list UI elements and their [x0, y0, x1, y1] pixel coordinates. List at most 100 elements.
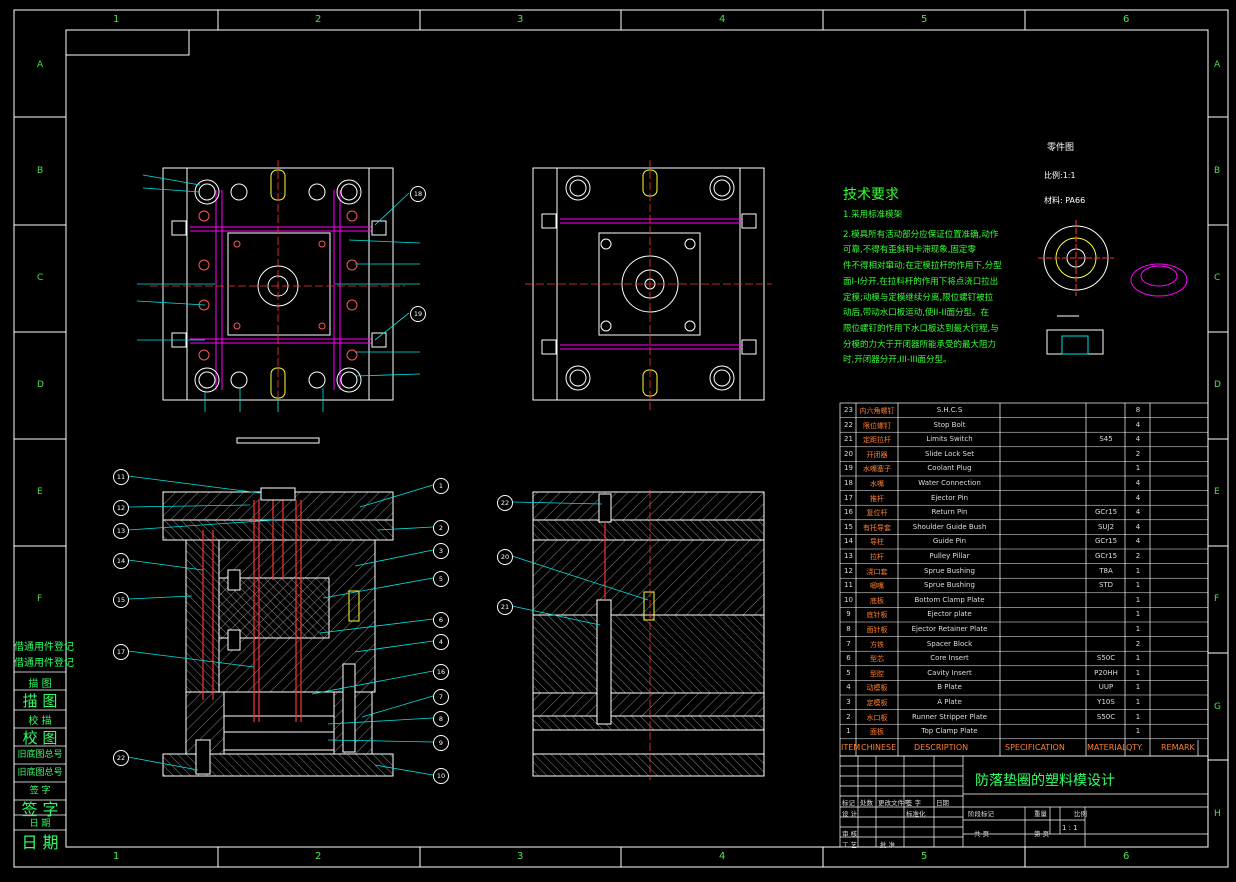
- bom-header-material: MATERIAL: [1087, 743, 1127, 752]
- bom-row: 5 型腔 Cavity Insert P20HH 1: [840, 669, 1208, 684]
- zone-row-c: C: [37, 273, 44, 283]
- bom-material: UUP: [1098, 683, 1114, 692]
- bom-quantity: 1: [1135, 654, 1141, 663]
- zone-row-b-right: B: [1214, 166, 1221, 176]
- title-block-cell: 重量: [1034, 810, 1047, 818]
- cad-drawing-canvas[interactable]: 1 2 3 4 5 6 1 2 3 4 5 6 A B C D E F A B …: [0, 0, 1236, 878]
- zone-col-6-bottom: 6: [1123, 851, 1130, 862]
- bom-chinese-name: 拉杆: [870, 553, 884, 561]
- bom-item-number: 7: [846, 639, 851, 648]
- tech-line: 1.采用标准模架: [843, 210, 903, 220]
- bom-item-number: 13: [844, 552, 853, 560]
- part-balloon: 7: [433, 689, 449, 705]
- bom-quantity: 2: [1135, 449, 1141, 458]
- part-balloon: 16: [433, 664, 449, 680]
- bom-material: GCr15: [1094, 552, 1118, 560]
- bom-material: P20HH: [1094, 668, 1118, 677]
- zone-col-1-bottom: 1: [113, 851, 120, 862]
- bom-item-number: 23: [844, 406, 853, 414]
- bom-material: Y10S: [1097, 698, 1115, 706]
- bom-chinese-name: 导柱: [870, 538, 884, 547]
- title-block-cell: 签 字: [906, 799, 922, 807]
- part-balloon: 8: [433, 711, 449, 727]
- bom-item-number: 8: [846, 625, 851, 633]
- plan-view-fixed-half: [525, 160, 772, 410]
- bom-chinese-name: 水嘴塞子: [863, 465, 891, 474]
- bom-row: 6 型芯 Core Insert S50C 1: [840, 654, 1208, 669]
- bom-quantity: 1: [1135, 625, 1141, 633]
- bom-material: S50C: [1096, 654, 1116, 663]
- bom-item-number: 3: [846, 698, 851, 706]
- bom-description: Guide Pin: [932, 537, 967, 546]
- bom-quantity: 8: [1135, 406, 1141, 414]
- side-stamp-date: 日 期: [29, 819, 51, 829]
- side-stamp-trace: 描 图: [28, 679, 52, 690]
- part-balloon: 21: [497, 599, 513, 615]
- title-block-cell: 审 核: [842, 830, 858, 838]
- bom-item-number: 9: [846, 610, 851, 619]
- bom-description: Water Connection: [918, 479, 981, 487]
- zone-col-2: 2: [315, 14, 322, 25]
- part-balloon: 6: [433, 612, 449, 628]
- bom-row: 23 内六角螺钉 S.H.C.S 8: [840, 406, 1208, 421]
- side-stamp-old-number: 旧底图总号: [17, 750, 63, 760]
- tech-line: 定模;动模与定模继续分离,限位螺钉被拉: [843, 292, 994, 303]
- bom-header-description: DESCRIPTION: [914, 743, 969, 752]
- bom-header-specification: SPECIFICATION: [1005, 743, 1065, 752]
- bom-chinese-name: 型芯: [870, 655, 884, 664]
- bom-item-number: 10: [844, 595, 853, 604]
- title-block-cell: 阶段标记: [968, 810, 994, 818]
- zone-col-3-bottom: 3: [517, 851, 524, 862]
- side-stamp-register-2: 借通用件登记: [14, 658, 74, 669]
- bom-row: 10 底板 Bottom Clamp Plate 1: [840, 596, 1208, 611]
- zone-row-h-right: H: [1214, 809, 1221, 819]
- part-balloon: 3: [433, 543, 449, 559]
- bom-quantity: 1: [1135, 595, 1141, 604]
- bom-quantity: 1: [1135, 464, 1141, 473]
- part-balloon: 1: [433, 478, 449, 494]
- bom-item-number: 2: [846, 712, 851, 721]
- tech-line: 限位螺钉的作用下水口板达到最大行程,与: [843, 323, 999, 334]
- bom-chinese-name: 浇口套: [866, 567, 888, 576]
- section-view-secondary: [511, 490, 765, 780]
- side-stamp-register: 借通用件登记: [14, 642, 74, 653]
- bom-chinese-name: 面针板: [866, 626, 888, 634]
- tech-line: 分模的力大于开闭器所能承受的最大阻力: [843, 339, 997, 350]
- part-balloon: 19: [410, 306, 426, 322]
- bom-item-number: 16: [844, 508, 853, 517]
- zone-row-e-right: E: [1214, 487, 1220, 497]
- bom-row: 11 唧嘴 Sprue Bushing STD 1: [840, 581, 1208, 596]
- bom-header-remark: REMARK: [1161, 743, 1195, 752]
- bom-description: Limits Switch: [926, 435, 973, 444]
- part-balloon: 20: [497, 549, 513, 565]
- bom-material: S50C: [1096, 712, 1116, 721]
- side-stamp-old-number-2: 旧底图总号: [17, 768, 63, 778]
- bom-row: 14 导柱 Guide Pin GCr15 4: [840, 537, 1208, 552]
- title-block-cell: 第 页: [1034, 830, 1050, 838]
- bom-description: Stop Bolt: [933, 420, 966, 429]
- part-balloon: 9: [433, 735, 449, 751]
- part-balloon: 14: [113, 553, 129, 569]
- title-block-cell: 批 准: [880, 841, 896, 849]
- part-balloon: 17: [113, 644, 129, 660]
- zone-row-b: B: [37, 166, 44, 176]
- part-balloon: 10: [433, 768, 449, 784]
- drawing-number-box: [65, 29, 190, 56]
- bom-chinese-name: 底板: [870, 596, 884, 605]
- bom-material: SUJ2: [1097, 522, 1115, 531]
- bom-quantity: 1: [1135, 698, 1141, 706]
- bom-header-item: ITEM: [841, 743, 861, 752]
- bom-description: Bottom Clamp Plate: [914, 595, 985, 604]
- tech-line: 时,开闭器分开,III-III面分型。: [843, 355, 952, 366]
- plan-view-moving-half: [136, 160, 421, 412]
- tech-requirements-body: 1.采用标准模架 2.模具所有活动部分应保证位置准确,动作 可靠,不得有歪斜和卡…: [843, 208, 1002, 369]
- bom-material: GCr15: [1094, 537, 1118, 546]
- bom-chinese-name: 唧嘴: [870, 582, 884, 591]
- bom-material: T8A: [1099, 566, 1113, 575]
- part-drawing-material: 材料: PA66: [1044, 196, 1086, 205]
- bom-item-number: 1: [846, 727, 851, 736]
- bom-description: A Plate: [937, 698, 962, 706]
- bom-row: 1 面板 Top Clamp Plate 1: [840, 727, 1208, 742]
- bom-row: 15 有托导套 Shoulder Guide Bush SUJ2 4: [840, 523, 1208, 538]
- part-drawing-title: 零件图: [1047, 143, 1075, 153]
